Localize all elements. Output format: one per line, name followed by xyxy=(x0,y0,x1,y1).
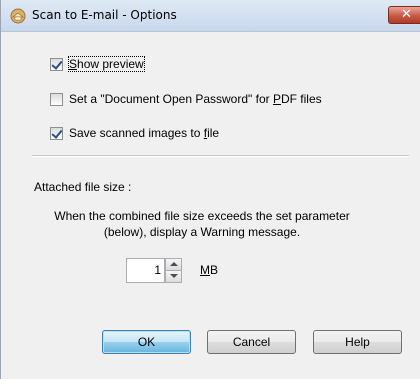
spin-up-arrow-icon[interactable] xyxy=(166,259,181,271)
size-unit-label: MB xyxy=(200,263,219,277)
scanner-email-icon xyxy=(10,8,26,24)
window-title: Scan to E-mail - Options xyxy=(32,8,177,22)
document-password-option[interactable]: Set a "Document Open Password" for PDF f… xyxy=(50,91,322,107)
cancel-button[interactable]: Cancel xyxy=(207,330,296,354)
spin-down-arrow-icon[interactable] xyxy=(166,271,181,282)
save-images-checkbox[interactable] xyxy=(50,126,63,140)
close-button[interactable]: ✕ xyxy=(388,6,420,24)
section-divider xyxy=(32,155,409,157)
file-size-input[interactable]: 1 xyxy=(126,258,165,283)
ok-button[interactable]: OK xyxy=(102,330,191,354)
show-preview-option[interactable]: Show preview xyxy=(50,56,145,72)
help-button[interactable]: Help xyxy=(313,330,402,354)
show-preview-checkbox[interactable] xyxy=(50,57,63,71)
save-images-option[interactable]: Save scanned images to file xyxy=(50,125,219,141)
title-bar[interactable]: Scan to E-mail - Options ✕ xyxy=(1,0,420,32)
document-password-checkbox[interactable] xyxy=(50,92,63,106)
document-password-label[interactable]: Set a "Document Open Password" for PDF f… xyxy=(69,92,322,106)
save-images-label[interactable]: Save scanned images to file xyxy=(69,126,219,140)
show-preview-label[interactable]: Show preview xyxy=(68,56,145,72)
options-dialog: Scan to E-mail - Options ✕ Show preview … xyxy=(0,0,420,379)
attached-size-label: Attached file size : xyxy=(34,180,132,194)
file-size-spinner[interactable] xyxy=(165,258,182,283)
close-icon: ✕ xyxy=(401,7,412,22)
warning-description: When the combined file size exceeds the … xyxy=(54,209,350,239)
